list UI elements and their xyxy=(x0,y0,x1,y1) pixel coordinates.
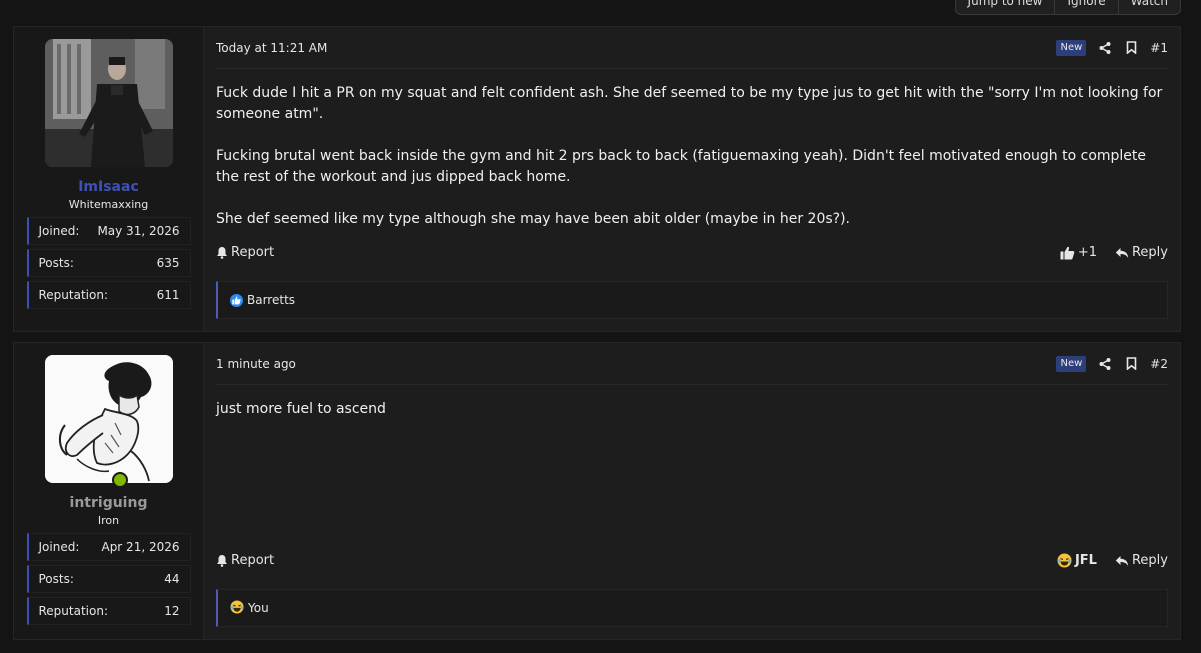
thread-actions: Jump to new Ignore Watch xyxy=(954,0,1181,15)
stat-label: Joined: xyxy=(38,224,80,238)
jfl-reaction-button[interactable]: JFL xyxy=(1057,553,1097,568)
post-actions-right: +1 Reply xyxy=(1060,245,1168,260)
message-paragraph: Fucking brutal went back inside the gym … xyxy=(216,148,1147,185)
bookmark-icon[interactable] xyxy=(1124,357,1138,371)
post-header-actions: New #2 xyxy=(1056,355,1168,372)
laughing-face-icon xyxy=(1057,553,1072,568)
stat-reputation: Reputation: 12 xyxy=(26,597,191,625)
username[interactable]: ImIsaac xyxy=(78,179,139,195)
stat-value: 12 xyxy=(164,604,180,618)
avatar-image xyxy=(44,355,173,483)
user-stats: Joined: May 31, 2026 Posts: 635 Reputati… xyxy=(26,217,191,313)
stat-value: 635 xyxy=(156,256,180,270)
user-stats: Joined: Apr 21, 2026 Posts: 44 Reputatio… xyxy=(26,533,191,629)
post-body: Today at 11:21 AM New #1 Fuck dude I hit… xyxy=(204,27,1180,331)
stat-joined: Joined: May 31, 2026 xyxy=(26,217,191,245)
new-badge: New xyxy=(1056,355,1087,372)
stat-posts: Posts: 635 xyxy=(26,249,191,277)
post-date[interactable]: Today at 11:21 AM xyxy=(216,41,327,55)
post-body: 1 minute ago New #2 just more fuel to as… xyxy=(204,343,1180,639)
stat-joined: Joined: Apr 21, 2026 xyxy=(26,533,191,561)
stat-label: Reputation: xyxy=(38,604,109,618)
online-status-indicator xyxy=(112,472,128,488)
stat-label: Joined: xyxy=(38,540,80,554)
post-date[interactable]: 1 minute ago xyxy=(216,357,296,371)
message-paragraph: She def seemed like my type although she… xyxy=(216,211,850,227)
reply-label: Reply xyxy=(1131,553,1168,568)
bell-icon xyxy=(217,247,227,259)
post-actions: Report +1 Reply xyxy=(216,245,1168,260)
stat-label: Posts: xyxy=(38,256,74,270)
message-paragraph: just more fuel to ascend xyxy=(216,401,386,417)
reaction-count: +1 xyxy=(1077,245,1097,260)
reply-icon xyxy=(1115,555,1129,566)
like-reaction-icon xyxy=(230,293,243,307)
stat-value: Apr 21, 2026 xyxy=(101,540,180,554)
user-title: Iron xyxy=(97,514,120,527)
new-badge: New xyxy=(1056,39,1087,56)
post-actions: Report JFL Reply xyxy=(216,553,1168,568)
user-info: ImIsaac Whitemaxxing Joined: May 31, 202… xyxy=(14,27,204,331)
message-paragraph: Fuck dude I hit a PR on my squat and fel… xyxy=(216,85,1163,122)
username[interactable]: intriguing xyxy=(70,495,148,511)
stat-value: 44 xyxy=(164,572,180,586)
bell-icon xyxy=(217,555,227,567)
share-icon[interactable] xyxy=(1098,41,1112,55)
jump-to-new-button[interactable]: Jump to new xyxy=(956,0,1056,14)
like-button[interactable]: +1 xyxy=(1060,245,1097,260)
watch-button[interactable]: Watch xyxy=(1119,0,1180,14)
message-content: Fuck dude I hit a PR on my squat and fel… xyxy=(216,69,1168,230)
report-label: Report xyxy=(231,245,275,260)
share-icon[interactable] xyxy=(1098,357,1112,371)
reactions-bar[interactable]: Barretts xyxy=(216,281,1168,319)
post-number[interactable]: #2 xyxy=(1150,357,1168,371)
report-button[interactable]: Report xyxy=(216,245,274,260)
thumbs-up-icon xyxy=(1060,246,1075,259)
stat-reputation: Reputation: 611 xyxy=(26,281,191,309)
message-content: just more fuel to ascend xyxy=(216,385,1168,420)
post: ImIsaac Whitemaxxing Joined: May 31, 202… xyxy=(13,26,1181,332)
post: intriguing Iron Joined: Apr 21, 2026 Pos… xyxy=(13,342,1181,640)
post-header: Today at 11:21 AM New #1 xyxy=(216,27,1168,69)
reaction-label: JFL xyxy=(1074,553,1097,568)
avatar[interactable] xyxy=(44,355,173,483)
avatar[interactable] xyxy=(44,39,173,167)
stat-label: Posts: xyxy=(38,572,74,586)
post-number[interactable]: #1 xyxy=(1150,41,1168,55)
report-button[interactable]: Report xyxy=(216,553,274,568)
reactions-users[interactable]: You xyxy=(248,601,269,615)
stat-value: May 31, 2026 xyxy=(97,224,180,238)
stat-value: 611 xyxy=(156,288,180,302)
reply-button[interactable]: Reply xyxy=(1115,245,1168,260)
reply-icon xyxy=(1115,247,1129,258)
stat-posts: Posts: 44 xyxy=(26,565,191,593)
report-label: Report xyxy=(231,553,275,568)
laughing-reaction-icon xyxy=(230,599,244,617)
ignore-button[interactable]: Ignore xyxy=(1055,0,1119,14)
post-header-actions: New #1 xyxy=(1056,39,1168,56)
reactions-bar[interactable]: You xyxy=(216,589,1168,627)
post-header: 1 minute ago New #2 xyxy=(216,343,1168,385)
reply-label: Reply xyxy=(1131,245,1168,260)
stat-label: Reputation: xyxy=(38,288,109,302)
avatar-image xyxy=(44,39,173,167)
post-actions-right: JFL Reply xyxy=(1057,553,1168,568)
reactions-users[interactable]: Barretts xyxy=(247,293,295,307)
bookmark-icon[interactable] xyxy=(1124,41,1138,55)
reply-button[interactable]: Reply xyxy=(1115,553,1168,568)
user-info: intriguing Iron Joined: Apr 21, 2026 Pos… xyxy=(14,343,204,639)
user-title: Whitemaxxing xyxy=(68,198,149,211)
